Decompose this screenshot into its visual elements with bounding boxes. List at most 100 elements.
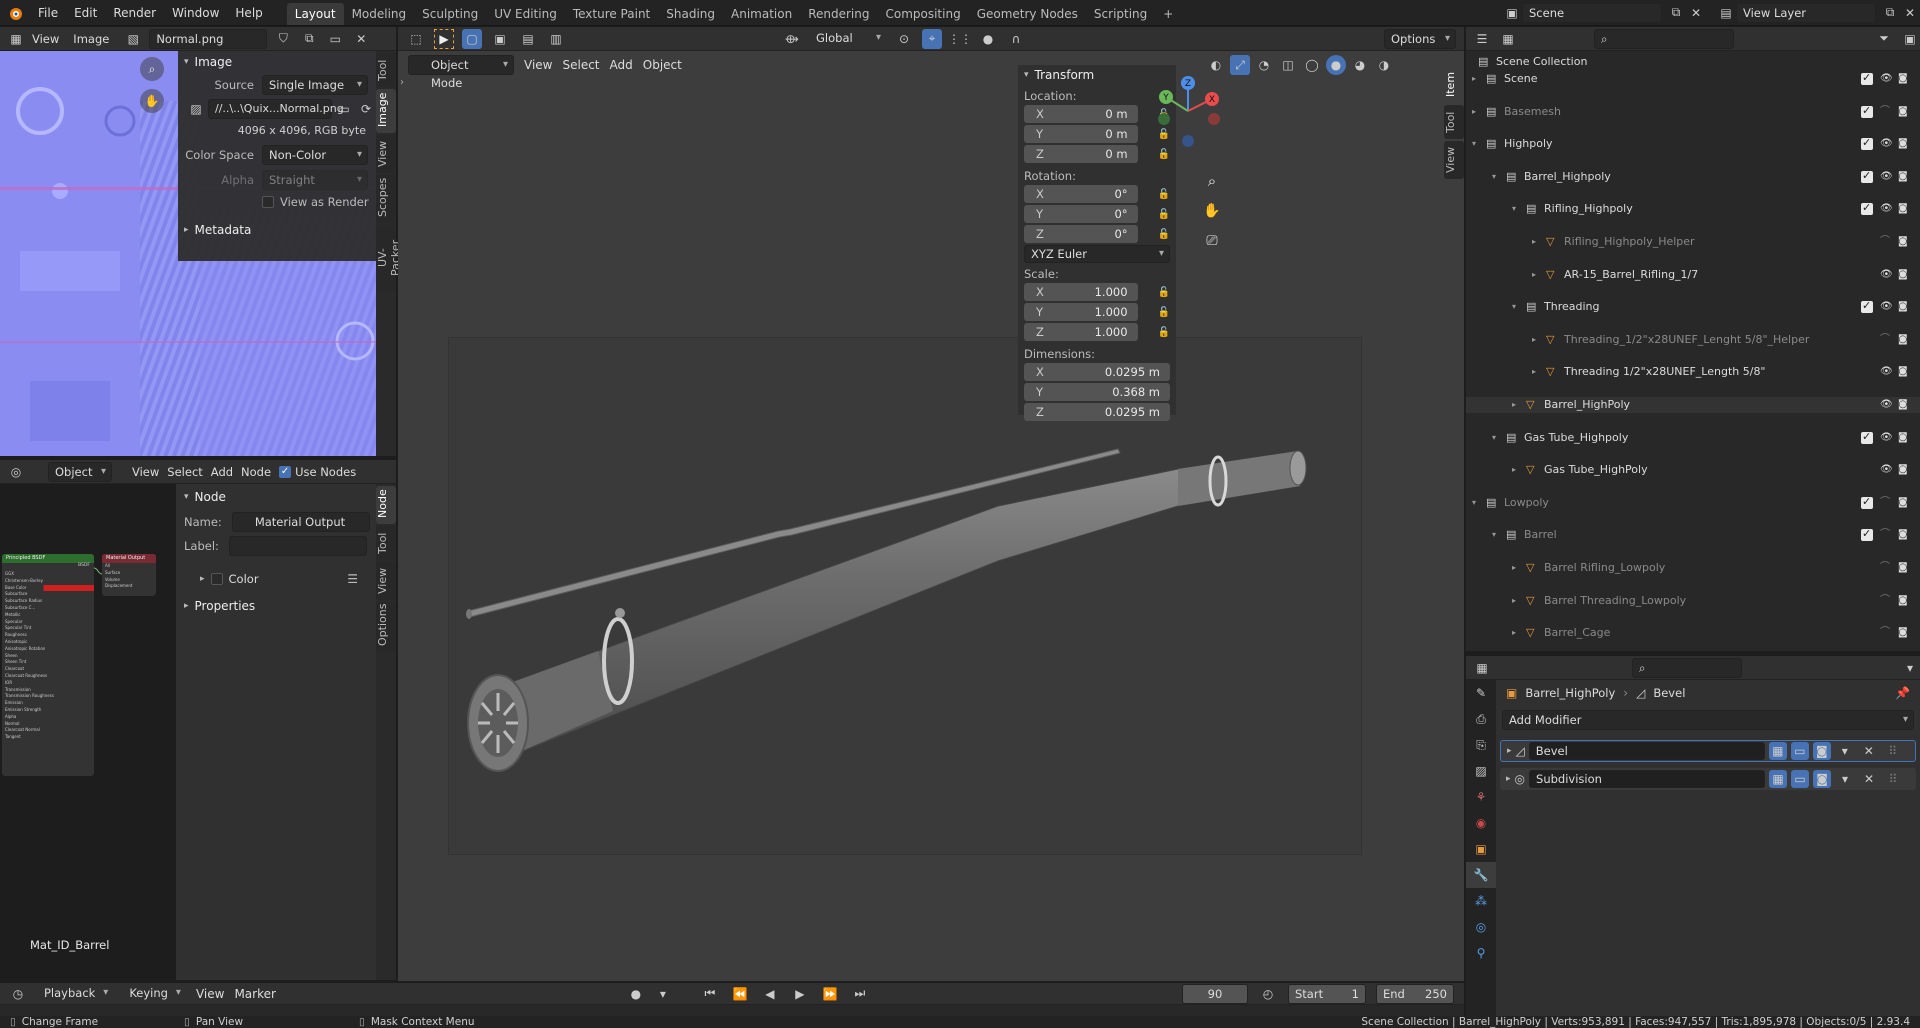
render-props-icon[interactable]: ⎙ — [1466, 706, 1496, 732]
outliner-row[interactable]: ▸ ▽ Gas Tube_HighPoly 👁 ◙ — [1466, 462, 1920, 478]
camera-view-icon[interactable]: ⎚ — [1200, 229, 1224, 253]
outliner-row[interactable]: ▸ ▽ Barrel Rifling_Lowpoly ⌒ ◙ — [1466, 560, 1920, 576]
viewport-3d[interactable]: Object Mode View Select Add Object ◐ ⤢ ◔… — [398, 51, 1464, 981]
use-preview-range-icon[interactable]: ◴ — [1258, 984, 1278, 1004]
editor-type-icon[interactable]: ▦ — [6, 29, 26, 49]
disclosure-icon[interactable]: ▾ — [1492, 527, 1496, 543]
render-camera-icon[interactable]: ◙ — [1898, 527, 1908, 543]
node-object-dropdown[interactable]: Object — [48, 461, 112, 482]
disclosure-icon[interactable]: ▾ — [1472, 136, 1476, 152]
location-x-field[interactable]: X 0 m — [1024, 105, 1138, 123]
tab-node-options[interactable]: Options — [376, 602, 396, 652]
zoom-icon[interactable]: ⌕ — [140, 57, 164, 81]
new-scene-icon[interactable]: ⧉ — [1666, 3, 1686, 23]
disclosure-icon[interactable]: ▸ — [1512, 397, 1516, 413]
image-duplicate-icon[interactable]: ⧉ — [299, 29, 319, 49]
render-camera-icon[interactable]: ◙ — [1898, 201, 1908, 217]
menu-help[interactable]: Help — [227, 0, 270, 26]
visibility-eye-icon[interactable]: 👁 — [1880, 136, 1893, 152]
tab-modeling[interactable]: Modeling — [344, 3, 415, 25]
tab-node-tool[interactable]: Tool — [376, 526, 396, 560]
disclosure-icon[interactable]: ▾ — [1512, 299, 1516, 315]
editmode-toggle-icon[interactable]: ▦ — [1769, 770, 1788, 788]
image-image-menu[interactable]: Image — [73, 32, 109, 46]
options-dropdown[interactable]: Options — [1384, 28, 1456, 49]
outliner-row[interactable]: ▸ ▤ Scene 👁 ◙ — [1466, 70, 1920, 87]
tab-uv-editing[interactable]: UV Editing — [486, 3, 565, 25]
metadata-panel-header[interactable]: ▸ Metadata — [178, 217, 376, 243]
auto-keying-icon[interactable]: ● — [626, 984, 646, 1004]
visibility-eye-icon[interactable]: 👁 — [1880, 169, 1893, 185]
tab-item[interactable]: Item — [1444, 67, 1464, 103]
tab-sculpting[interactable]: Sculpting — [414, 3, 486, 25]
playback-menu[interactable]: Playback — [38, 984, 113, 1004]
falloff-icon[interactable]: ∩ — [1006, 29, 1026, 49]
orientation-dropdown[interactable]: Global — [810, 29, 886, 49]
visibility-eye-icon[interactable]: 👁 — [1880, 430, 1893, 446]
subdivision-modifier-row[interactable]: ▸ ◎ Subdivision ▦ ▭ ◙ ▾ ✕ ⠿ — [1500, 768, 1916, 790]
scene-icon[interactable]: ▣ — [1502, 3, 1522, 23]
marker-menu[interactable]: Marker — [234, 987, 275, 1001]
exclude-checkbox[interactable] — [1861, 70, 1873, 86]
tab-image-view[interactable]: View — [376, 135, 396, 173]
node-add-menu[interactable]: Add — [211, 465, 233, 479]
expand-icon[interactable]: ▸ — [1507, 746, 1512, 756]
exclude-checkbox[interactable] — [1861, 103, 1873, 119]
use-nodes-checkbox[interactable]: ✓ — [279, 465, 292, 478]
filepath-field[interactable]: //..\..\Quix...Normal.png — [208, 99, 344, 119]
constraints-props-icon[interactable]: ⚲ — [1466, 940, 1496, 966]
disclosure-icon[interactable]: ▸ — [1512, 462, 1516, 478]
output-props-icon[interactable]: ⎘ — [1466, 732, 1496, 758]
image-open-icon[interactable]: ▭ — [325, 29, 345, 49]
modifier-menu-icon[interactable]: ▾ — [1835, 741, 1855, 761]
new-view-layer-icon[interactable]: ⧉ — [1880, 3, 1900, 23]
tool-props-icon[interactable]: ✎ — [1466, 680, 1496, 706]
dimensions-y-field[interactable]: Y 0.368 m — [1024, 383, 1170, 401]
image-name-field[interactable]: Normal.png — [149, 28, 268, 49]
disclosure-icon[interactable]: ▸ — [1532, 267, 1536, 283]
outliner-search-input[interactable]: ⌕ — [1594, 28, 1734, 49]
lock-icon[interactable]: 🔓 — [1158, 209, 1170, 220]
view-layer-icon[interactable]: ▤ — [1716, 3, 1736, 23]
disclosure-icon[interactable]: ▸ — [1472, 104, 1476, 120]
tab-image-scopes[interactable]: Scopes — [376, 175, 396, 223]
outliner-row[interactable]: ▾ ▤ Gas Tube_Highpoly 👁 ◙ — [1466, 429, 1920, 446]
delete-view-layer-icon[interactable]: ✕ — [1900, 3, 1920, 23]
visibility-eye-icon[interactable]: ⌒ — [1880, 593, 1890, 609]
render-camera-icon[interactable]: ◙ — [1898, 593, 1908, 609]
object-props-icon[interactable]: ▣ — [1466, 836, 1496, 862]
menu-window[interactable]: Window — [164, 0, 227, 26]
menu-file[interactable]: File — [30, 0, 66, 26]
snap-target-icon[interactable]: ⋮⋮ — [948, 29, 972, 49]
tab-shading[interactable]: Shading — [658, 3, 723, 25]
dimensions-z-field[interactable]: Z 0.0295 m — [1024, 403, 1170, 421]
viewport-zoom-icon[interactable]: ⌕ — [1200, 169, 1224, 193]
visibility-eye-icon[interactable]: ⌒ — [1880, 234, 1890, 250]
render-camera-icon[interactable]: ◙ — [1898, 397, 1908, 413]
scene-collection-row[interactable]: ▤ Scene Collection — [1466, 53, 1920, 71]
disclosure-icon[interactable]: ▾ — [1492, 430, 1496, 446]
outliner-row[interactable]: ▾ ▤ Barrel_Highpoly 👁 ◙ — [1466, 168, 1920, 185]
remove-modifier-icon[interactable]: ✕ — [1859, 769, 1879, 789]
scene-props-icon[interactable]: ⚘ — [1466, 784, 1496, 810]
outliner-row[interactable]: ▸ ▽ Barrel_HighPoly 👁 ◙ — [1466, 396, 1920, 414]
timeline-editor-type-icon[interactable]: ◷ — [8, 984, 28, 1004]
tab-rendering[interactable]: Rendering — [800, 3, 877, 25]
bevel-modifier-row[interactable]: ▸ ◿ Bevel ▦ ▭ ◙ ▾ ✕ ⠿ — [1500, 740, 1916, 762]
expand-icon[interactable]: ▸ — [1506, 774, 1511, 784]
tab-image-uvpacker[interactable]: UV-Packer — [376, 225, 402, 291]
node-label-field[interactable] — [228, 536, 367, 556]
outliner-row[interactable]: ▸ ▽ Threading_1/2"x28UNEF_Lenght 5/8"_Help… — [1466, 332, 1920, 348]
pin-icon[interactable]: 📌 — [1895, 686, 1910, 700]
visibility-eye-icon[interactable]: ⌒ — [1880, 625, 1890, 641]
outliner-row[interactable]: ▾ ▤ Lowpoly ⌒ ◙ — [1466, 494, 1920, 511]
lock-icon[interactable]: 🔓 — [1158, 229, 1170, 240]
modifier-props-icon[interactable]: 🔧 — [1466, 862, 1496, 888]
jump-end-icon[interactable]: ⏭ — [850, 984, 870, 1004]
keying-set-icon[interactable]: ▾ — [656, 984, 670, 1004]
reload-icon[interactable]: ⟳ — [356, 99, 376, 119]
rotation-z-field[interactable]: Z 0° — [1024, 225, 1138, 243]
visibility-eye-icon[interactable]: 👁 — [1880, 299, 1893, 315]
proportional-edit-icon[interactable]: ● — [978, 29, 998, 49]
pan-hand-icon[interactable]: ✋ — [140, 89, 164, 113]
